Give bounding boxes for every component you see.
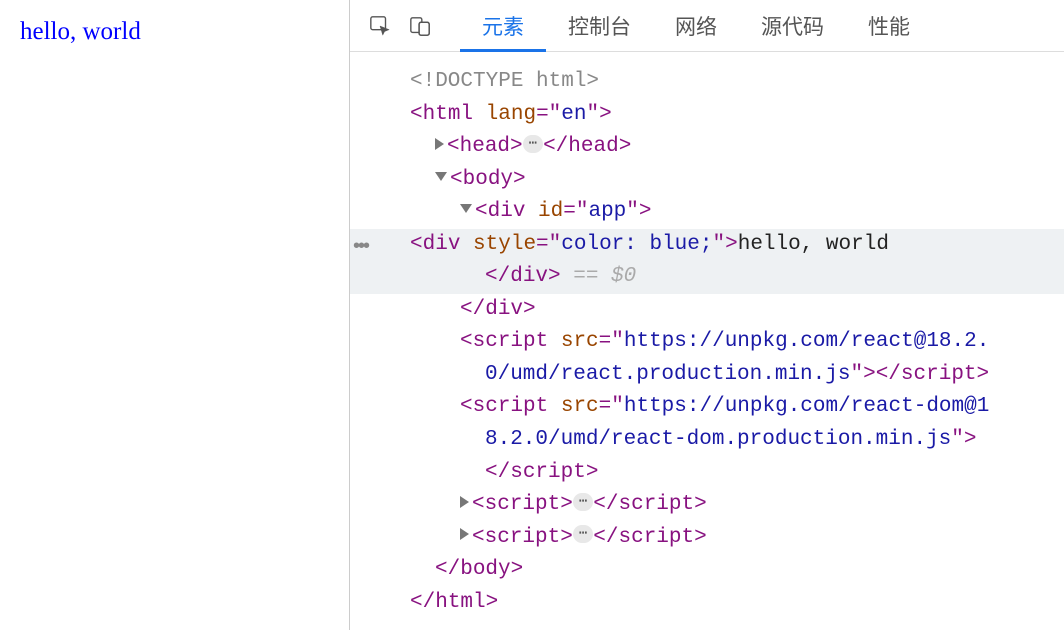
ellipsis-icon[interactable]: ⋯ <box>573 525 593 543</box>
dom-doctype[interactable]: <!DOCTYPE html> <box>380 66 1064 99</box>
dom-tree[interactable]: <!DOCTYPE html> <html lang="en"> <head>⋯… <box>350 52 1064 630</box>
collapse-icon[interactable] <box>435 172 447 181</box>
dom-script-inline-1[interactable]: <script>⋯</script> <box>380 489 1064 522</box>
dom-script-reactdom[interactable]: <script src="https://unpkg.com/react-dom… <box>380 391 1064 424</box>
tab-console[interactable]: 控制台 <box>546 0 653 52</box>
dom-app-open[interactable]: <div id="app"> <box>380 196 1064 229</box>
ellipsis-icon[interactable]: ⋯ <box>573 493 593 511</box>
dom-html-open[interactable]: <html lang="en"> <box>380 99 1064 132</box>
more-actions-icon[interactable]: ••• <box>353 231 368 262</box>
expand-icon[interactable] <box>460 496 469 508</box>
dom-html-close[interactable]: </html> <box>380 587 1064 620</box>
devtools-tabs: 元素 控制台 网络 源代码 性能 <box>460 0 932 52</box>
dom-selected-node[interactable]: ••• <div style="color: blue;">hello, wor… <box>350 229 1064 262</box>
dom-selected-close[interactable]: </div> == $0 <box>350 261 1064 294</box>
tab-performance[interactable]: 性能 <box>846 0 932 52</box>
tab-network[interactable]: 网络 <box>653 0 739 52</box>
devtools-toolbar: 元素 控制台 网络 源代码 性能 <box>350 0 1064 52</box>
devtools-panel: 元素 控制台 网络 源代码 性能 <!DOCTYPE html> <html l… <box>350 0 1064 630</box>
hello-world-text: hello, world <box>20 18 329 46</box>
collapse-icon[interactable] <box>460 204 472 213</box>
dom-app-close[interactable]: </div> <box>380 294 1064 327</box>
dom-script-reactdom-wrap[interactable]: 8.2.0/umd/react-dom.production.min.js"> <box>380 424 1064 457</box>
dom-head[interactable]: <head>⋯</head> <box>380 131 1064 164</box>
dom-script-inline-2[interactable]: <script>⋯</script> <box>380 522 1064 555</box>
dom-script-reactdom-close[interactable]: </script> <box>380 457 1064 490</box>
dom-script-react[interactable]: <script src="https://unpkg.com/react@18.… <box>380 326 1064 359</box>
tab-sources[interactable]: 源代码 <box>739 0 846 52</box>
inspect-element-icon[interactable] <box>360 6 400 46</box>
page-viewport: hello, world <box>0 0 350 630</box>
expand-icon[interactable] <box>460 528 469 540</box>
tab-elements[interactable]: 元素 <box>460 0 546 52</box>
ellipsis-icon[interactable]: ⋯ <box>523 135 543 153</box>
dom-body-open[interactable]: <body> <box>380 164 1064 197</box>
dom-body-close[interactable]: </body> <box>380 554 1064 587</box>
dom-script-react-wrap[interactable]: 0/umd/react.production.min.js"></script> <box>380 359 1064 392</box>
device-toggle-icon[interactable] <box>400 6 440 46</box>
expand-icon[interactable] <box>435 138 444 150</box>
